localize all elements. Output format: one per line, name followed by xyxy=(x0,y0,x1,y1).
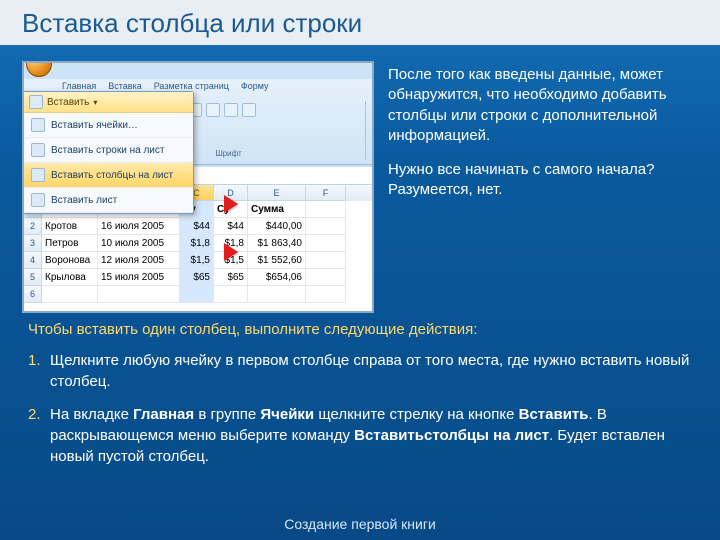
bold-term: Вставитьстолбцы на лист xyxy=(354,427,549,444)
row-header[interactable]: 4 xyxy=(24,252,42,269)
insert-menu-item[interactable]: Вставить столбцы на лист xyxy=(23,163,193,188)
insert-icon xyxy=(29,95,43,109)
cell[interactable]: Воронова xyxy=(42,252,98,269)
cell[interactable]: 15 июля 2005 xyxy=(98,269,180,286)
table-body: 1ИмяДатаСуСуСумма2Кротов16 июля 2005$44$… xyxy=(24,201,372,303)
table-row: 4Воронова12 июля 2005$1,5$1,5$1 552,60 xyxy=(24,252,372,269)
cell[interactable]: $1 863,40 xyxy=(248,235,306,252)
row-header[interactable]: 6 xyxy=(24,286,42,303)
red-arrow-icon xyxy=(224,195,238,213)
ribbon-tab-home[interactable]: Главная xyxy=(62,81,96,91)
cell[interactable] xyxy=(180,286,214,303)
cell[interactable] xyxy=(248,286,306,303)
menu-item-label: Вставить строки на лист xyxy=(51,145,164,156)
cell[interactable] xyxy=(214,286,248,303)
cell[interactable]: Петров xyxy=(42,235,98,252)
cell[interactable]: $1 552,60 xyxy=(248,252,306,269)
menu-item-label: Вставить лист xyxy=(51,195,117,206)
cell[interactable]: $44 xyxy=(214,218,248,235)
office-button[interactable] xyxy=(26,61,52,77)
cell[interactable]: Крылова xyxy=(42,269,98,286)
cell[interactable]: $1,8 xyxy=(180,235,214,252)
table-row: 5Крылова15 июля 2005$65$65$654,06 xyxy=(24,269,372,286)
cell[interactable] xyxy=(98,286,180,303)
insert-button[interactable]: Вставить ▾ xyxy=(23,92,193,113)
red-arrow-icon xyxy=(224,243,238,261)
align-center-icon[interactable] xyxy=(224,103,238,117)
align-left-icon[interactable] xyxy=(206,103,220,117)
table-row: 2Кротов16 июля 2005$44$44$440,00 xyxy=(24,218,372,235)
cell[interactable]: 10 июля 2005 xyxy=(98,235,180,252)
menu-item-icon xyxy=(31,143,45,157)
cell[interactable]: $654,06 xyxy=(248,269,306,286)
cell[interactable]: $65 xyxy=(180,269,214,286)
insert-button-label: Вставить xyxy=(47,97,89,108)
right-text-column: После того как введены данные, может обн… xyxy=(388,61,698,313)
cell[interactable]: Сумма xyxy=(248,201,306,218)
cell[interactable] xyxy=(42,286,98,303)
cell[interactable] xyxy=(306,218,346,235)
insert-menu-item[interactable]: Вставить лист xyxy=(23,188,193,213)
step-item: На вкладке Главная в группе Ячейки щелкн… xyxy=(28,404,692,467)
bold-term: Ячейки xyxy=(260,406,314,423)
lead-text: Чтобы вставить один столбец, выполните с… xyxy=(28,319,692,340)
paragraph: Нужно все начинать с самого начала? Разу… xyxy=(388,160,698,201)
cell[interactable]: $65 xyxy=(214,269,248,286)
menu-item-label: Вставить ячейки… xyxy=(51,120,138,131)
chevron-down-icon: ▾ xyxy=(93,98,97,107)
steps-list: Щелкните любую ячейку в первом столбце с… xyxy=(28,350,692,467)
align-right-icon[interactable] xyxy=(242,103,256,117)
menu-item-icon xyxy=(31,118,45,132)
bold-term: Вставить xyxy=(519,406,589,423)
cell[interactable]: 16 июля 2005 xyxy=(98,218,180,235)
menu-item-icon xyxy=(31,193,45,207)
bold-term: Главная xyxy=(133,406,194,423)
cell[interactable] xyxy=(306,201,346,218)
step-item: Щелкните любую ячейку в первом столбце с… xyxy=(28,350,692,392)
body-text: Чтобы вставить один столбец, выполните с… xyxy=(0,313,720,467)
ribbon-tab-formulas[interactable]: Форму xyxy=(241,81,269,91)
cell[interactable] xyxy=(306,252,346,269)
slide-footer: Создание первой книги xyxy=(0,516,720,532)
column-header[interactable]: F xyxy=(306,185,346,201)
cell[interactable]: Кротов xyxy=(42,218,98,235)
insert-menu-item[interactable]: Вставить строки на лист xyxy=(23,138,193,163)
ribbon-tab-layout[interactable]: Разметка страниц xyxy=(154,81,229,91)
insert-dropdown: Вставить ▾ Вставить ячейки… Вставить стро… xyxy=(22,91,194,214)
ribbon-tabs: Главная Вставка Разметка страниц Форму xyxy=(62,81,269,91)
row-header[interactable]: 5 xyxy=(24,269,42,286)
cell[interactable] xyxy=(306,235,346,252)
slide-title: Вставка столбца или строки xyxy=(0,0,720,47)
excel-screenshot: Главная Вставка Разметка страниц Форму В… xyxy=(22,61,374,313)
row-header[interactable]: 2 xyxy=(24,218,42,235)
cell[interactable]: $44 xyxy=(180,218,214,235)
menu-item-icon xyxy=(31,168,45,182)
table-row: 6 xyxy=(24,286,372,303)
cell[interactable]: $440,00 xyxy=(248,218,306,235)
menu-item-label: Вставить столбцы на лист xyxy=(51,170,173,181)
cell[interactable] xyxy=(306,269,346,286)
paragraph: После того как введены данные, может обн… xyxy=(388,65,698,146)
ribbon-tab-insert[interactable]: Вставка xyxy=(108,81,141,91)
excel-window: Главная Вставка Разметка страниц Форму В… xyxy=(24,63,372,311)
column-header[interactable]: E xyxy=(248,185,306,201)
content-row: Главная Вставка Разметка страниц Форму В… xyxy=(0,47,720,313)
cell[interactable]: 12 июля 2005 xyxy=(98,252,180,269)
cell[interactable]: $1,5 xyxy=(180,252,214,269)
row-header[interactable]: 3 xyxy=(24,235,42,252)
cell[interactable] xyxy=(306,286,346,303)
table-row: 3Петров10 июля 2005$1,8$1,8$1 863,40 xyxy=(24,235,372,252)
insert-menu-item[interactable]: Вставить ячейки… xyxy=(23,113,193,138)
